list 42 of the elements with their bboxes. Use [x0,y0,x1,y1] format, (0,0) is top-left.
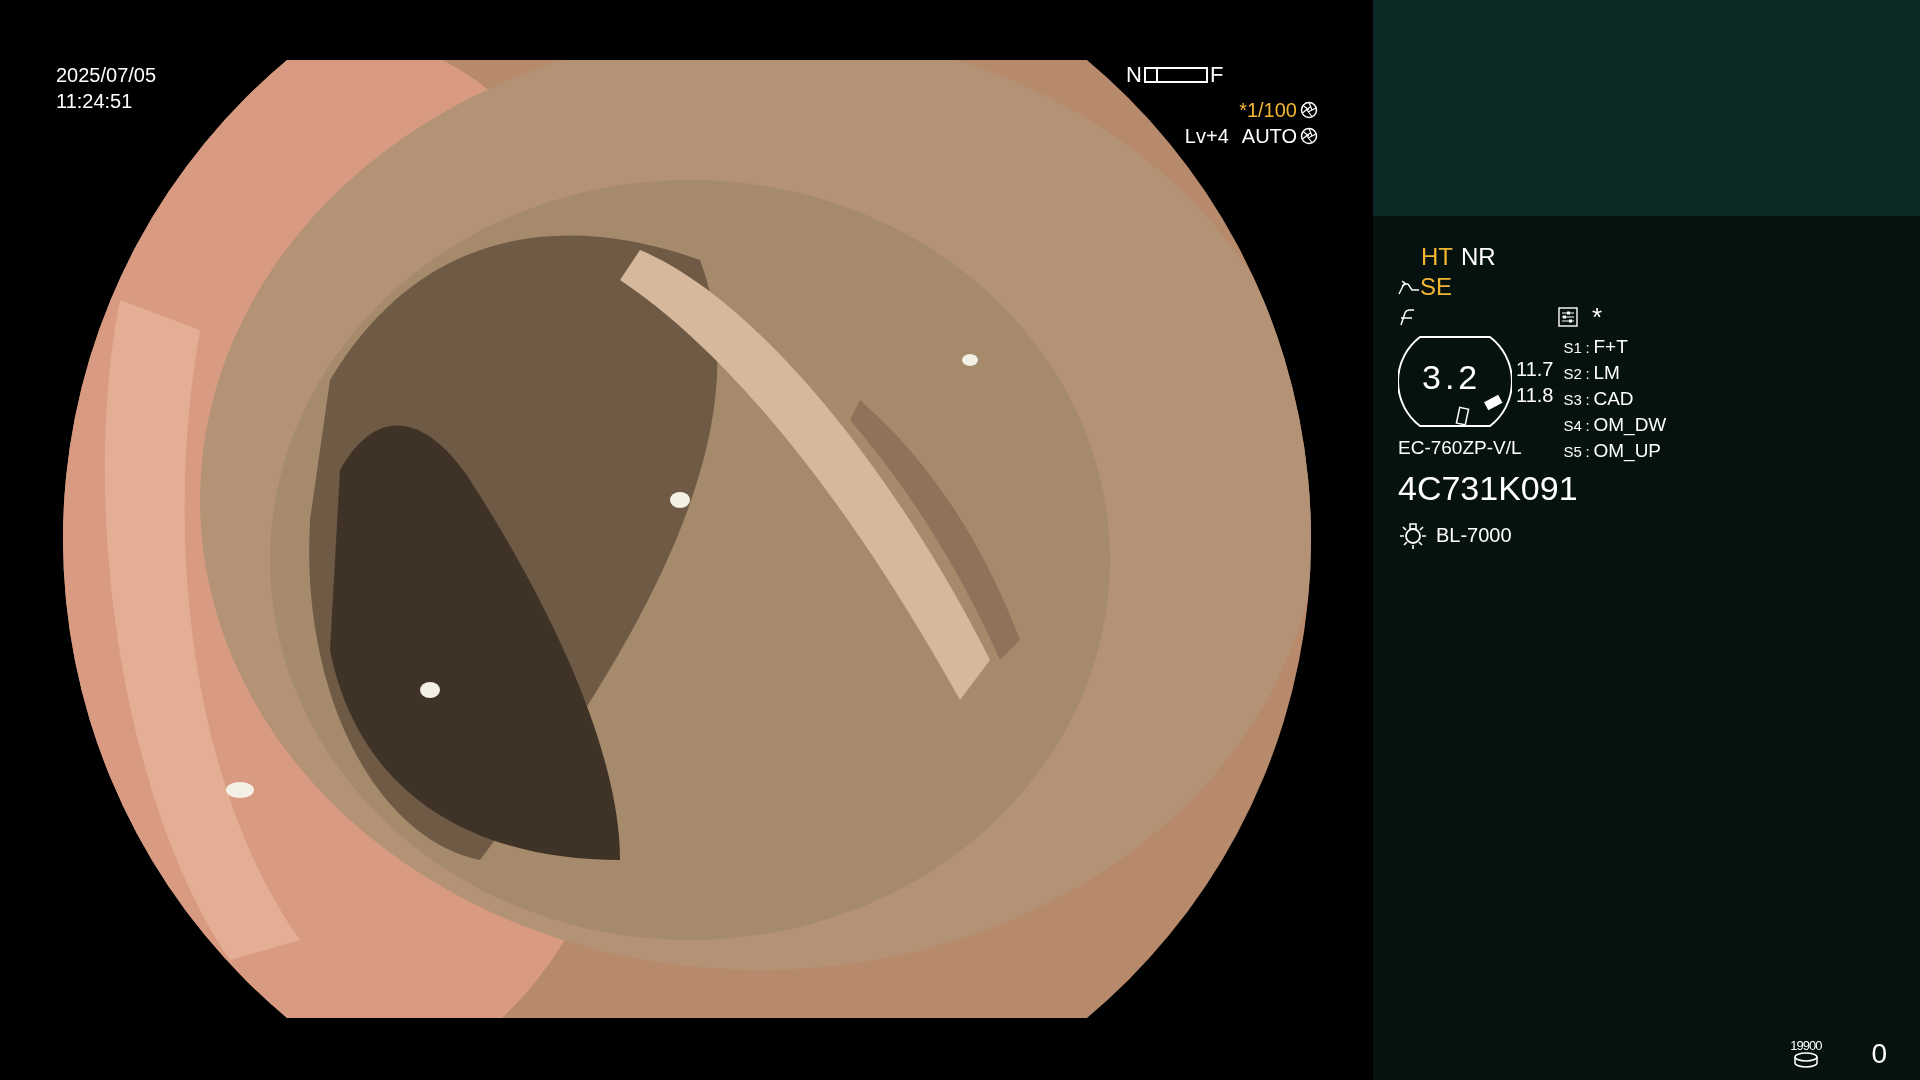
near-label: N [1126,64,1142,86]
frame-count: 0 [1871,1040,1887,1068]
iris-level: Lv+4 [1184,126,1229,146]
iris-mode: AUTO [1241,126,1297,146]
switch-function: OM_UP [1593,439,1662,463]
switch-function: CAD [1593,387,1634,411]
switch-key: S3 [1563,387,1586,412]
switch-function: F+T [1593,335,1628,359]
switch-separator: : [1585,416,1591,436]
switch-function: LM [1593,361,1620,385]
reading-value: 11.8 [1516,383,1554,408]
settings-sliders-icon [1558,307,1578,327]
date-text: 2025/07/05 [56,63,157,88]
marker-symbol: * [1592,304,1603,330]
scope-model: EC-760ZP-V/L [1398,436,1523,460]
switch-separator: : [1585,442,1591,462]
mode-label: HT [1421,242,1453,272]
shutter-icon [1300,101,1318,119]
switch-key: S1 [1563,335,1586,360]
switch-key: S4 [1563,413,1586,438]
zoom-gauge-icon [1398,336,1512,428]
time-text: 11:24:51 [56,89,134,114]
far-label: F [1209,64,1224,86]
counter-value: 19900 [1790,1039,1822,1052]
switch-separator: : [1585,338,1591,358]
switch-function: OM_DW [1593,413,1667,437]
enhancement-label: SE [1420,272,1452,302]
lamp-icon [1398,520,1428,550]
slash-f-icon [1398,307,1416,327]
serial-number: 4C731K091 [1398,468,1578,508]
mode-label: NR [1461,242,1496,272]
reading-value: 11.7 [1516,357,1554,382]
switch-key: S2 [1563,361,1586,386]
disc-icon [1792,1052,1819,1068]
shutter-speed: *1/100 [1239,100,1297,120]
switch-separator: : [1585,364,1591,384]
light-source: BL-7000 [1436,523,1512,548]
switch-separator: : [1585,390,1591,410]
switch-key: S5 [1563,439,1586,464]
iris-icon [1300,127,1318,145]
zoom-value: 3.2 [1422,360,1482,394]
scope-tip-icon [1398,279,1420,295]
